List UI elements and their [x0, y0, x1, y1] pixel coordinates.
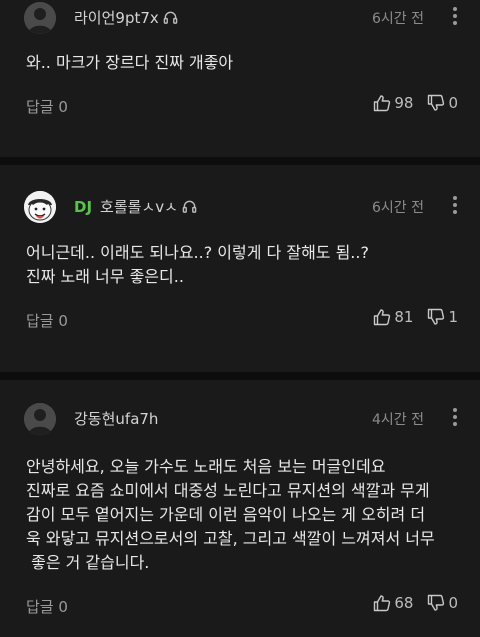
more-options-icon[interactable] — [452, 406, 458, 426]
dislike-count: 0 — [448, 594, 458, 612]
comment-actions: 81 1 — [373, 308, 458, 326]
thumbs-up-icon — [374, 595, 391, 612]
like-count: 98 — [394, 94, 414, 112]
default-person-icon — [24, 2, 56, 34]
comment-item: 강동현ufa7h 4시간 전 안녕하세요, 오늘 가수도 노래도 처음 보는 머… — [0, 380, 480, 630]
dislike-count: 1 — [448, 308, 458, 326]
dislike-count: 0 — [448, 94, 458, 112]
avatar[interactable] — [24, 403, 56, 435]
thumbs-up-icon — [374, 95, 391, 112]
more-options-icon[interactable] — [452, 5, 458, 25]
more-options-icon[interactable] — [452, 194, 458, 214]
default-person-icon — [24, 403, 56, 435]
like-button[interactable]: 81 — [373, 308, 413, 326]
nickname-text: 강동현ufa7h — [74, 410, 159, 428]
comment-item: 라이언9pt7x 6시간 전 와.. 마크가 장르다 진짜 개좋아 답글 0 9… — [0, 0, 480, 165]
timestamp: 6시간 전 — [372, 200, 424, 216]
like-button[interactable]: 68 — [373, 594, 413, 612]
comment-text: 와.. 마크가 장르다 진짜 개좋아 — [26, 53, 234, 72]
thumbs-down-icon — [428, 594, 445, 611]
headset-icon — [163, 11, 178, 24]
like-button[interactable]: 98 — [373, 94, 413, 112]
timestamp: 4시간 전 — [372, 412, 424, 428]
timestamp: 6시간 전 — [372, 11, 424, 27]
reply-button[interactable]: 답글 0 — [26, 96, 68, 117]
dislike-button[interactable]: 0 — [427, 594, 458, 612]
nickname[interactable]: 라이언9pt7x — [74, 7, 178, 28]
avatar[interactable] — [24, 2, 56, 34]
thumbs-down-icon — [428, 94, 445, 111]
nickname[interactable]: DJ 호롤롤ㅅvㅅ — [74, 196, 197, 217]
thumbs-up-icon — [374, 309, 391, 326]
reply-button[interactable]: 답글 0 — [26, 310, 68, 331]
avatar[interactable] — [24, 191, 56, 223]
dislike-button[interactable]: 0 — [427, 94, 458, 112]
dislike-button[interactable]: 1 — [427, 308, 458, 326]
thumbs-down-icon — [428, 308, 445, 325]
comment-actions: 98 0 — [373, 94, 458, 112]
nickname[interactable]: 강동현ufa7h — [74, 408, 158, 429]
headset-icon — [182, 200, 197, 213]
cartoon-face-avatar — [24, 191, 56, 223]
like-count: 68 — [394, 594, 414, 612]
dj-badge: DJ — [74, 197, 93, 216]
reply-button[interactable]: 답글 0 — [26, 596, 68, 617]
comment-item: DJ 호롤롤ㅅvㅅ 6시간 전 어니근데.. 이래도 되나요..? 이렇게 다 … — [0, 165, 480, 380]
comment-text: 안녕하세요, 오늘 가수도 노래도 처음 보는 머글인데요 진짜로 요즘 쇼미에… — [26, 457, 435, 572]
comment-actions: 68 0 — [373, 594, 458, 612]
comment-text: 어니근데.. 이래도 되나요..? 이렇게 다 잘해도 됨..? 진짜 노래 너… — [26, 243, 369, 286]
like-count: 81 — [394, 308, 414, 326]
nickname-text: 호롤롤ㅅvㅅ — [100, 198, 178, 216]
nickname-text: 라이언9pt7x — [74, 9, 159, 27]
